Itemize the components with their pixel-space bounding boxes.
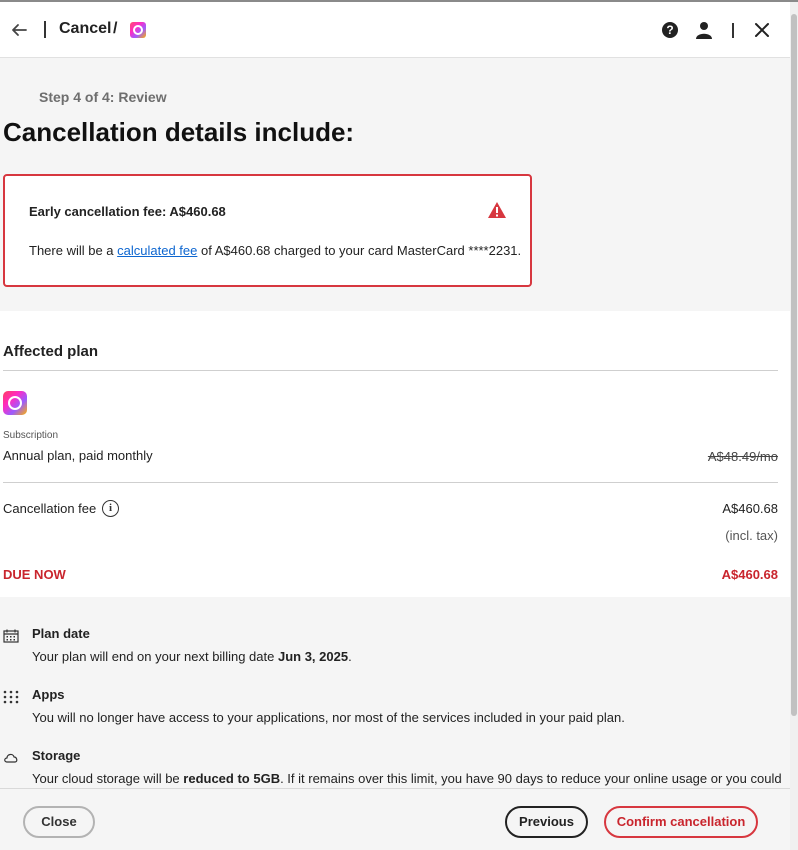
scrollbar-thumb[interactable]: [791, 14, 797, 716]
divider: [3, 370, 778, 371]
warning-icon: [488, 202, 506, 218]
info-icon[interactable]: i: [102, 500, 119, 517]
footer-bar: Close Previous Confirm cancellation: [0, 788, 790, 850]
calculated-fee-link[interactable]: calculated fee: [117, 243, 197, 258]
breadcrumb-cancel: Cancel: [59, 20, 112, 37]
apps-grid-icon: [3, 690, 19, 704]
subscription-label: Subscription: [3, 430, 59, 441]
header-divider: [732, 23, 734, 38]
user-icon[interactable]: [695, 21, 713, 39]
step-indicator: Step 4 of 4: Review: [39, 89, 167, 105]
warning-text: There will be a calculated fee of A$460.…: [29, 243, 522, 258]
calendar-icon: [3, 629, 19, 643]
creative-cloud-icon: [130, 22, 146, 38]
previous-button[interactable]: Previous: [505, 806, 588, 838]
close-button[interactable]: Close: [23, 806, 95, 838]
plan-date-title: Plan date: [32, 626, 90, 641]
storage-title: Storage: [32, 748, 81, 763]
affected-plan-panel: Affected plan Subscription Annual plan, …: [0, 311, 790, 597]
back-arrow-icon[interactable]: [10, 21, 28, 39]
creative-cloud-icon: [3, 391, 27, 415]
apps-text: You will no longer have access to your a…: [32, 710, 625, 725]
tax-note: (incl. tax): [725, 528, 778, 543]
close-icon[interactable]: [754, 22, 770, 38]
breadcrumb-separator: /: [113, 20, 118, 37]
confirm-cancellation-button[interactable]: Confirm cancellation: [604, 806, 758, 838]
header-bar: Cancel / ?: [0, 2, 790, 58]
due-now-label: DUE NOW: [3, 567, 66, 582]
divider: [3, 482, 778, 483]
cloud-icon: [4, 753, 18, 763]
due-now-amount: A$460.68: [721, 567, 778, 582]
plan-name: Annual plan, paid monthly: [3, 448, 153, 463]
plan-price: A$48.49/mo: [707, 449, 778, 464]
early-cancellation-warning: Early cancellation fee: A$460.68 There w…: [3, 174, 532, 287]
help-icon[interactable]: ?: [662, 22, 678, 38]
scrollbar[interactable]: [790, 2, 798, 850]
cancellation-fee-amount: A$460.68: [722, 501, 778, 516]
header-divider: [44, 21, 46, 38]
plan-date-text: Your plan will end on your next billing …: [32, 649, 352, 664]
affected-plan-heading: Affected plan: [3, 343, 99, 360]
storage-text: Your cloud storage will be reduced to 5G…: [32, 771, 782, 786]
warning-title: Early cancellation fee: A$460.68: [29, 204, 226, 219]
apps-title: Apps: [32, 687, 65, 702]
cancellation-fee-label: Cancellation fee: [3, 501, 97, 516]
page-title: Cancellation details include:: [3, 117, 355, 147]
